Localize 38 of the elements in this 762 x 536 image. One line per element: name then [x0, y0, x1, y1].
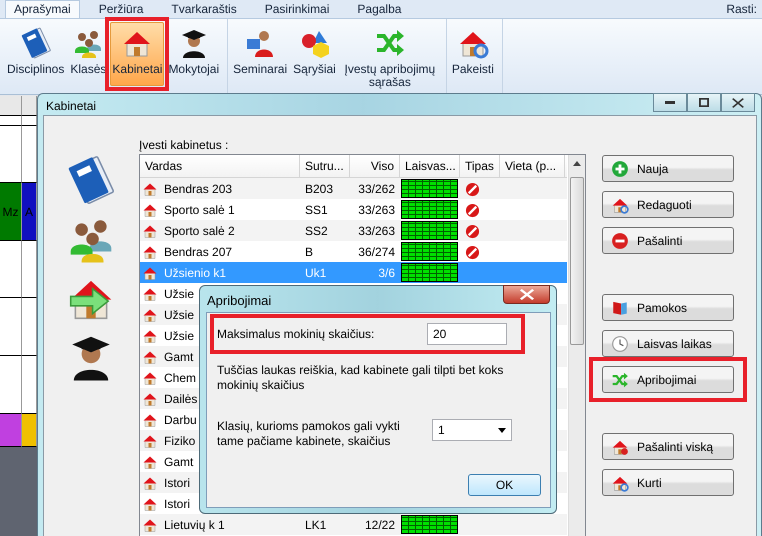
room-name: Užsie	[164, 306, 194, 324]
room-name: Gamt	[164, 454, 194, 470]
dialog-title: Apribojimai	[207, 292, 272, 310]
table-cell: 33/262	[358, 182, 395, 196]
table-cell: LK1	[305, 518, 326, 532]
table-cell: SS1	[305, 202, 328, 216]
room-name: Užsienio k1	[164, 264, 226, 282]
table-cell: B203	[305, 182, 334, 196]
hint-text: Tuščias laukas reiškia, kad kabinete gali tilpti bet koks mokinių skaičius	[217, 363, 504, 393]
timetable-lesson: Mz	[0, 183, 22, 241]
room-name: Chem	[164, 370, 196, 386]
room-name: Užsie	[164, 328, 194, 344]
room-name: Istori	[164, 474, 190, 492]
room-name: Darbu	[164, 412, 197, 428]
search-label: Rasti:	[726, 1, 757, 18]
room-name: Lietuvių k 1	[164, 516, 225, 534]
table-cell: SS2	[305, 224, 328, 238]
room-name: Dailės	[164, 390, 198, 408]
list-label: Įvesti kabinetus :	[139, 137, 230, 154]
room-name: Užsie	[164, 286, 194, 302]
room-name: Istori	[164, 496, 190, 512]
field-label: Maksimalus mokinių skaičius:	[217, 326, 374, 343]
table-cell: 36/274	[358, 244, 395, 258]
table-cell: B	[305, 244, 314, 258]
table-cell: 33/263	[358, 202, 395, 216]
timetable-lesson: A	[22, 183, 37, 241]
field-label: Klasių, kurioms pamokos gali vykti tame pačiame kabinete, skaičius	[217, 419, 401, 449]
room-name: Bendras 207	[164, 244, 232, 260]
table-cell: Uk1	[305, 266, 326, 280]
window-title: Kabinetai	[46, 98, 96, 115]
table-cell: 33/263	[358, 224, 395, 238]
room-name: Bendras 203	[164, 180, 232, 198]
room-name: Gamt	[164, 348, 194, 366]
room-name: Fiziko	[164, 432, 196, 450]
room-name: Sporto salė 2	[164, 222, 235, 240]
table-cell: 12/22	[364, 518, 395, 532]
table-cell: 3/6	[378, 266, 395, 280]
room-name: Sporto salė 1	[164, 202, 235, 218]
